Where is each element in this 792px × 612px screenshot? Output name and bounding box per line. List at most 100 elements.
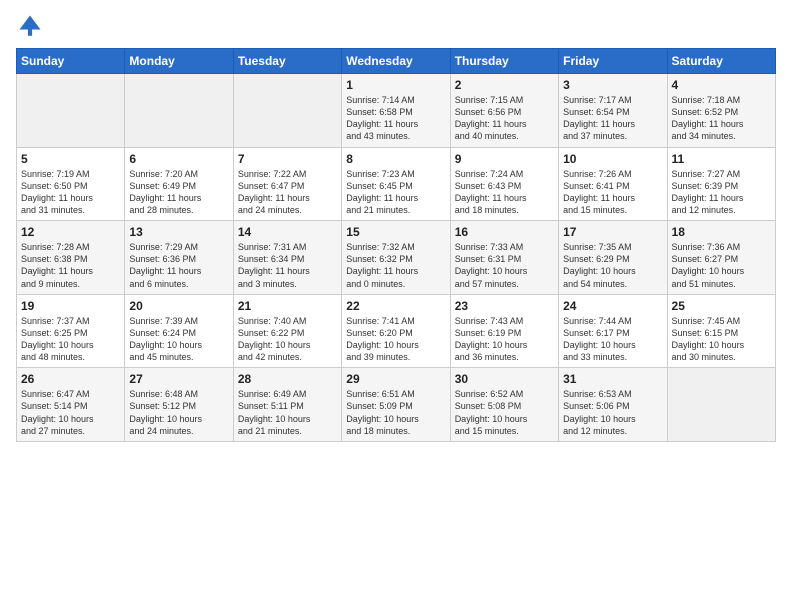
day-info: Sunrise: 7:45 AM Sunset: 6:15 PM Dayligh… xyxy=(672,315,771,364)
day-info: Sunrise: 7:31 AM Sunset: 6:34 PM Dayligh… xyxy=(238,241,337,290)
calendar-day-cell: 5Sunrise: 7:19 AM Sunset: 6:50 PM Daylig… xyxy=(17,147,125,221)
day-number: 22 xyxy=(346,299,445,313)
day-info: Sunrise: 7:43 AM Sunset: 6:19 PM Dayligh… xyxy=(455,315,554,364)
day-number: 7 xyxy=(238,152,337,166)
calendar-day-cell: 10 Sunrise: 7:26 AM Sunset: 6:41 PM Dayli… xyxy=(559,147,667,221)
calendar-week-row: 1Sunrise: 7:14 AM Sunset: 6:58 PM Daylig… xyxy=(17,74,776,148)
logo-icon xyxy=(16,12,44,40)
day-info: Sunrise: 6:48 AM Sunset: 5:12 PM Dayligh… xyxy=(129,388,228,437)
day-number: 29 xyxy=(346,372,445,386)
day-number: 2 xyxy=(455,78,554,92)
day-info: Sunrise: 7:23 AM Sunset: 6:45 PM Dayligh… xyxy=(346,168,445,217)
calendar-day-cell: 31 Sunrise: 6:53 AM Sunset: 5:06 PM Dayli… xyxy=(559,368,667,442)
day-info: Sunrise: 7:15 AM Sunset: 6:56 PM Dayligh… xyxy=(455,94,554,143)
calendar-day-cell: 22 Sunrise: 7:41 AM Sunset: 6:20 PM Dayli… xyxy=(342,294,450,368)
day-number: 27 xyxy=(129,372,228,386)
calendar-week-row: 12Sunrise: 7:28 AM Sunset: 6:38 PM Dayli… xyxy=(17,221,776,295)
calendar-day-header: Thursday xyxy=(450,49,558,74)
day-info: Sunrise: 7:40 AM Sunset: 6:22 PM Dayligh… xyxy=(238,315,337,364)
day-info: Sunrise: 7:18 AM Sunset: 6:52 PM Dayligh… xyxy=(672,94,771,143)
day-number: 9 xyxy=(455,152,554,166)
calendar-day-cell: 25 Sunrise: 7:45 AM Sunset: 6:15 PM Dayli… xyxy=(667,294,775,368)
day-number: 25 xyxy=(672,299,771,313)
calendar-week-row: 26 Sunrise: 6:47 AM Sunset: 5:14 PM Dayli… xyxy=(17,368,776,442)
calendar-day-header: Friday xyxy=(559,49,667,74)
day-number: 30 xyxy=(455,372,554,386)
calendar-day-cell: 6Sunrise: 7:20 AM Sunset: 6:49 PM Daylig… xyxy=(125,147,233,221)
day-info: Sunrise: 7:27 AM Sunset: 6:39 PM Dayligh… xyxy=(672,168,771,217)
calendar-day-cell: 2 Sunrise: 7:15 AM Sunset: 6:56 PM Daylig… xyxy=(450,74,558,148)
day-info: Sunrise: 7:17 AM Sunset: 6:54 PM Dayligh… xyxy=(563,94,662,143)
header xyxy=(16,12,776,40)
day-number: 13 xyxy=(129,225,228,239)
day-info: Sunrise: 7:37 AM Sunset: 6:25 PM Dayligh… xyxy=(21,315,120,364)
calendar-day-header: Wednesday xyxy=(342,49,450,74)
day-number: 26 xyxy=(21,372,120,386)
day-number: 15 xyxy=(346,225,445,239)
day-info: Sunrise: 7:33 AM Sunset: 6:31 PM Dayligh… xyxy=(455,241,554,290)
day-info: Sunrise: 7:36 AM Sunset: 6:27 PM Dayligh… xyxy=(672,241,771,290)
calendar-day-cell: 30Sunrise: 6:52 AM Sunset: 5:08 PM Dayli… xyxy=(450,368,558,442)
calendar-day-cell: 20 Sunrise: 7:39 AM Sunset: 6:24 PM Dayli… xyxy=(125,294,233,368)
day-info: Sunrise: 6:51 AM Sunset: 5:09 PM Dayligh… xyxy=(346,388,445,437)
calendar-day-cell: 11 Sunrise: 7:27 AM Sunset: 6:39 PM Dayli… xyxy=(667,147,775,221)
day-info: Sunrise: 7:24 AM Sunset: 6:43 PM Dayligh… xyxy=(455,168,554,217)
calendar-day-cell: 27 Sunrise: 6:48 AM Sunset: 5:12 PM Dayli… xyxy=(125,368,233,442)
day-number: 3 xyxy=(563,78,662,92)
calendar-table: SundayMondayTuesdayWednesdayThursdayFrid… xyxy=(16,48,776,442)
calendar-day-cell: 15 Sunrise: 7:32 AM Sunset: 6:32 PM Dayli… xyxy=(342,221,450,295)
logo xyxy=(16,12,48,40)
calendar-day-cell: 9 Sunrise: 7:24 AM Sunset: 6:43 PM Daylig… xyxy=(450,147,558,221)
calendar-header-row: SundayMondayTuesdayWednesdayThursdayFrid… xyxy=(17,49,776,74)
day-info: Sunrise: 7:44 AM Sunset: 6:17 PM Dayligh… xyxy=(563,315,662,364)
calendar-week-row: 19Sunrise: 7:37 AM Sunset: 6:25 PM Dayli… xyxy=(17,294,776,368)
calendar-day-cell xyxy=(17,74,125,148)
day-info: Sunrise: 6:47 AM Sunset: 5:14 PM Dayligh… xyxy=(21,388,120,437)
calendar-day-cell: 28 Sunrise: 6:49 AM Sunset: 5:11 PM Dayli… xyxy=(233,368,341,442)
calendar-day-header: Sunday xyxy=(17,49,125,74)
day-info: Sunrise: 7:39 AM Sunset: 6:24 PM Dayligh… xyxy=(129,315,228,364)
day-number: 23 xyxy=(455,299,554,313)
day-info: Sunrise: 7:22 AM Sunset: 6:47 PM Dayligh… xyxy=(238,168,337,217)
day-number: 31 xyxy=(563,372,662,386)
calendar-day-cell: 18 Sunrise: 7:36 AM Sunset: 6:27 PM Dayli… xyxy=(667,221,775,295)
day-number: 28 xyxy=(238,372,337,386)
day-info: Sunrise: 7:28 AM Sunset: 6:38 PM Dayligh… xyxy=(21,241,120,290)
calendar-day-cell: 12Sunrise: 7:28 AM Sunset: 6:38 PM Dayli… xyxy=(17,221,125,295)
calendar-day-cell: 3 Sunrise: 7:17 AM Sunset: 6:54 PM Daylig… xyxy=(559,74,667,148)
calendar-day-cell: 21 Sunrise: 7:40 AM Sunset: 6:22 PM Dayli… xyxy=(233,294,341,368)
day-number: 18 xyxy=(672,225,771,239)
day-info: Sunrise: 7:19 AM Sunset: 6:50 PM Dayligh… xyxy=(21,168,120,217)
calendar-day-cell: 7 Sunrise: 7:22 AM Sunset: 6:47 PM Daylig… xyxy=(233,147,341,221)
day-number: 21 xyxy=(238,299,337,313)
day-info: Sunrise: 6:49 AM Sunset: 5:11 PM Dayligh… xyxy=(238,388,337,437)
calendar-day-cell: 14 Sunrise: 7:31 AM Sunset: 6:34 PM Dayli… xyxy=(233,221,341,295)
calendar-day-cell: 13Sunrise: 7:29 AM Sunset: 6:36 PM Dayli… xyxy=(125,221,233,295)
day-number: 16 xyxy=(455,225,554,239)
day-number: 1 xyxy=(346,78,445,92)
day-info: Sunrise: 6:53 AM Sunset: 5:06 PM Dayligh… xyxy=(563,388,662,437)
calendar-day-cell: 29 Sunrise: 6:51 AM Sunset: 5:09 PM Dayli… xyxy=(342,368,450,442)
day-number: 6 xyxy=(129,152,228,166)
calendar-day-header: Tuesday xyxy=(233,49,341,74)
day-number: 11 xyxy=(672,152,771,166)
calendar-day-cell: 19Sunrise: 7:37 AM Sunset: 6:25 PM Dayli… xyxy=(17,294,125,368)
day-info: Sunrise: 7:41 AM Sunset: 6:20 PM Dayligh… xyxy=(346,315,445,364)
day-number: 17 xyxy=(563,225,662,239)
calendar-day-cell: 26 Sunrise: 6:47 AM Sunset: 5:14 PM Dayli… xyxy=(17,368,125,442)
calendar-day-cell: 24 Sunrise: 7:44 AM Sunset: 6:17 PM Dayli… xyxy=(559,294,667,368)
calendar-day-header: Monday xyxy=(125,49,233,74)
day-info: Sunrise: 7:26 AM Sunset: 6:41 PM Dayligh… xyxy=(563,168,662,217)
day-number: 24 xyxy=(563,299,662,313)
day-number: 20 xyxy=(129,299,228,313)
calendar-day-cell: 23 Sunrise: 7:43 AM Sunset: 6:19 PM Dayli… xyxy=(450,294,558,368)
calendar-day-header: Saturday xyxy=(667,49,775,74)
day-number: 10 xyxy=(563,152,662,166)
day-number: 4 xyxy=(672,78,771,92)
calendar-day-cell: 17Sunrise: 7:35 AM Sunset: 6:29 PM Dayli… xyxy=(559,221,667,295)
day-number: 14 xyxy=(238,225,337,239)
calendar-day-cell: 16 Sunrise: 7:33 AM Sunset: 6:31 PM Dayli… xyxy=(450,221,558,295)
calendar-day-cell: 8Sunrise: 7:23 AM Sunset: 6:45 PM Daylig… xyxy=(342,147,450,221)
day-info: Sunrise: 7:32 AM Sunset: 6:32 PM Dayligh… xyxy=(346,241,445,290)
calendar-day-cell xyxy=(667,368,775,442)
